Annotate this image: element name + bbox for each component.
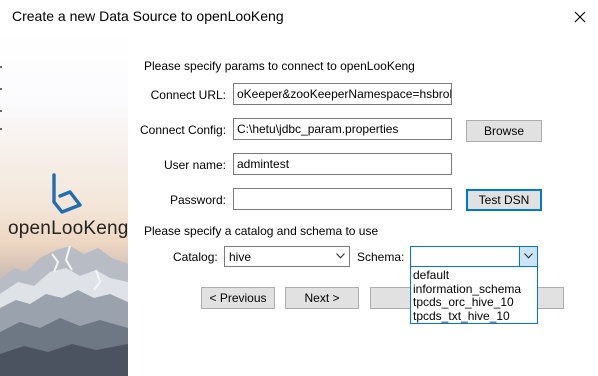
openlookeng-logo-icon	[52, 173, 82, 214]
edge-texture	[0, 66, 2, 130]
connect-config-label: Connect Config:	[140, 123, 227, 137]
schema-options-list[interactable]: default information_schema tpcds_orc_hiv…	[410, 266, 538, 324]
schema-option[interactable]: tpcds_txt_hive_10	[413, 309, 510, 323]
catalog-value: hive	[229, 250, 252, 264]
password-label: Password:	[169, 193, 226, 207]
user-name-label: User name:	[163, 158, 226, 172]
user-name-input[interactable]: admintest	[233, 153, 452, 175]
schema-option[interactable]: default	[413, 268, 449, 282]
previous-button[interactable]: < Previous	[201, 287, 275, 309]
logo-text: openLooKeng	[8, 218, 128, 239]
browse-button[interactable]: Browse	[466, 120, 542, 142]
test-dsn-button[interactable]: Test DSN	[466, 189, 542, 211]
window-title: Create a new Data Source to openLooKeng	[12, 8, 284, 24]
schema-label: Schema:	[357, 250, 405, 264]
close-button[interactable]	[566, 4, 594, 30]
next-button[interactable]: Next >	[285, 287, 359, 309]
connect-instructions: Please specify params to connect to open…	[144, 59, 415, 73]
password-input[interactable]	[233, 188, 452, 210]
connect-url-input[interactable]: oKeeper&zooKeeperNamespace=hsbroker	[233, 83, 452, 105]
chevron-down-icon	[336, 253, 345, 259]
side-banner: openLooKeng	[0, 32, 128, 376]
chevron-down-icon	[524, 253, 533, 259]
connect-url-label: Connect URL:	[150, 88, 226, 102]
schema-option[interactable]: tpcds_orc_hive_10	[413, 295, 514, 309]
schema-option[interactable]: information_schema	[413, 282, 521, 296]
connect-config-input[interactable]: C:\hetu\jdbc_param.properties	[233, 118, 452, 140]
catalog-label: Catalog:	[173, 250, 218, 264]
title-bar: Create a new Data Source to openLooKeng	[0, 0, 598, 32]
finish-button[interactable]	[370, 287, 412, 309]
catalog-instructions: Please specify a catalog and schema to u…	[144, 224, 379, 238]
catalog-select[interactable]: hive	[224, 246, 350, 267]
schema-select[interactable]	[410, 246, 538, 267]
close-icon	[574, 11, 586, 23]
test-dsn-label: Test DSN	[478, 193, 530, 207]
